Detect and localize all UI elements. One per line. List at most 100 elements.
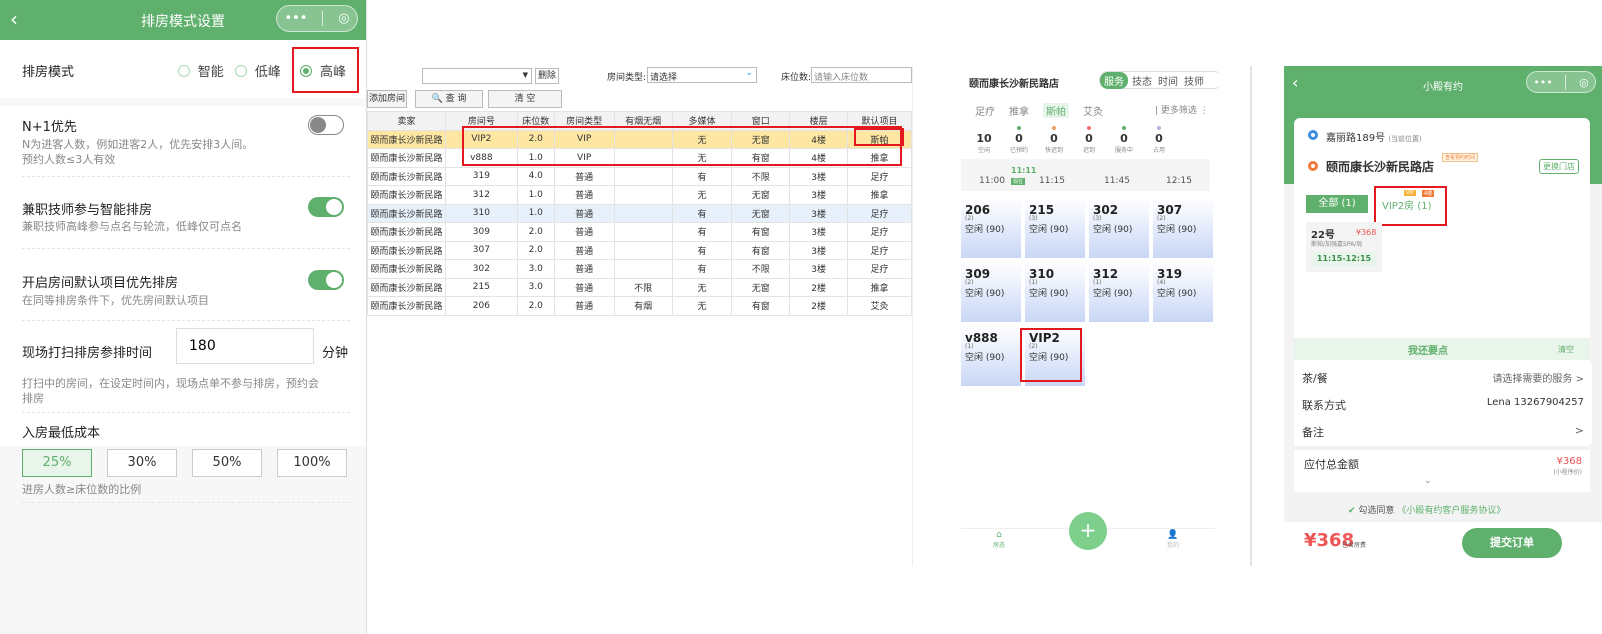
room-card[interactable]: 206 (2) 空闲 (90) [961,198,1021,258]
close-circle-icon[interactable]: ◎ [338,11,349,26]
tab-tech-status[interactable]: 技态 [1132,73,1152,88]
bed-label: 床位数: [781,73,812,83]
table-row[interactable]: 颐而康长沙新民路 215 3.0 普通 不限无无窗 2楼 推拿 [367,277,912,297]
chevron-down-icon[interactable]: ⌄ [1424,476,1432,486]
table-cell: 普通 [553,185,615,205]
bed-input[interactable]: 请输入床位数 [811,67,912,83]
default-title: 开启房间默认项目优先排房 [22,276,179,291]
tab-service[interactable]: 服务 [1100,71,1128,89]
tab-mine[interactable]: 👤 我的 [1167,530,1179,549]
cat-foot[interactable]: 足疗 [975,103,995,118]
table-cell: 206 [444,296,518,316]
table-row[interactable]: 颐而康长沙新民路 307 2.0 普通 有有窗 3楼 足疗 [367,240,912,260]
house-icon: ⌂ [996,530,1002,540]
cost-option-50[interactable]: 50% [192,449,262,477]
tea-row[interactable]: 茶/餐 请选择需要的服务 > [1294,364,1592,390]
room-table-panel: ▼ 删除 房间类型: 请选择 ⌄ 床位数: 请输入床位数 添加房间 🔍 查 询 清… [367,66,912,316]
cost-option-30[interactable]: 30% [107,449,177,477]
room-status-app: 颐而康长沙新民路店 服务 技态 时间 技师 足疗 推拿 斯帕 艾灸 | 更多筛选… [912,66,1223,566]
switch-store-button[interactable]: 更换门店 [1539,159,1579,174]
room-card[interactable]: 215 (3) 空闲 (90) [1025,198,1085,258]
room-type-select[interactable]: 请选择 ⌄ [647,67,757,83]
table-cell [613,259,673,279]
table-cell: 有窗 [731,222,791,242]
table-cell: 普通 [553,277,615,297]
cost-option-25[interactable]: 25% [22,449,92,477]
clean-label: 现场打扫排房参排时间 [22,346,153,361]
table-cell: 3楼 [789,166,849,186]
clean-input[interactable]: 180 [176,328,314,364]
table-cell: 不限 [613,277,673,297]
agree-row[interactable]: ✔ 勾选同意 《小殿有约客户服务协议》 [1348,503,1505,516]
room-card[interactable]: 309 (2) 空闲 (90) [961,262,1021,322]
table-row[interactable]: 颐而康长沙新民路 310 1.0 普通 有无窗 3楼 足疗 [367,203,912,223]
table-cell: 3楼 [789,259,849,279]
default-toggle[interactable] [308,270,344,290]
clear-button[interactable]: 清 空 [488,90,562,108]
more-icon[interactable]: ••• [284,11,307,26]
table-row[interactable]: 颐而康长沙新民路 206 2.0 普通 有烟无有窗 2楼 艾灸 [367,296,912,316]
room-card[interactable]: v888 (1) 空闲 (90) [961,326,1021,386]
room-type-label: 房间类型: [607,73,647,83]
status-stat: 10 空闲 [969,126,999,154]
menu-capsule[interactable]: ••• ◎ [276,5,358,32]
room-card[interactable]: 319 (4) 空闲 (90) [1153,262,1213,322]
table-cell: 不限 [731,259,791,279]
table-row[interactable]: 颐而康长沙新民路 312 1.0 普通 无无窗 3楼 推拿 [367,185,912,205]
room-card[interactable]: 302 (3) 空闲 (90) [1089,198,1149,258]
menu-capsule[interactable]: ••• ◎ [1526,71,1596,93]
table-cell: 普通 [553,203,615,223]
cost-option-100[interactable]: 100% [277,449,347,477]
submit-order-button[interactable]: 提交订单 [1462,528,1562,558]
tech-price: ¥368 [1356,228,1377,237]
table-row[interactable]: 颐而康长沙新民路 319 4.0 普通 有不限 3楼 足疗 [367,166,912,186]
store-tag: 查看预约时间 [1442,153,1479,162]
default-desc: 在同等排房条件下，优先房间默认项目 [22,294,209,307]
table-cell: 普通 [553,296,615,316]
table-cell: 无 [671,296,733,316]
cat-moxa[interactable]: 艾灸 [1083,103,1103,118]
add-button[interactable]: + [1069,512,1107,550]
seller-select[interactable]: ▼ [422,68,532,84]
booking-app: ‹ 小殿有约 ••• ◎ 嘉丽路189号 (当前位置) 颐而康长沙新民路店 查看预… [1284,66,1602,566]
total-value: ¥368 (小程序价) [1553,456,1582,476]
note-row[interactable]: 备注 > [1294,418,1592,444]
tab-all[interactable]: 全部 (1) [1306,195,1368,213]
room-card[interactable]: 312 (1) 空闲 (90) [1089,262,1149,322]
time-tick: 11:15 [1039,176,1065,186]
parttime-toggle[interactable] [308,197,344,217]
column-header[interactable]: 卖家 [367,111,446,131]
contact-row[interactable]: 联系方式 Lena 13267904257 [1294,391,1592,417]
table-row[interactable]: 颐而康长沙新民路 302 3.0 普通 有不限 3楼 足疗 [367,259,912,279]
clear-button[interactable]: 清空 [1558,344,1574,355]
table-cell: 2楼 [789,296,849,316]
delete-button[interactable]: 删除 [535,68,559,84]
view-tabs: 服务 技态 时间 技师 [1099,71,1223,89]
mode-smart[interactable]: 智能 [177,61,224,80]
status-stat: 0 服务中 [1109,126,1139,154]
now-time: 11:11 [1011,166,1037,175]
table-cell: 有 [671,240,733,260]
table-cell: 颐而康长沙新民路 [367,277,446,297]
cost-desc: 进房人数≥床位数的比例 [22,483,142,496]
parttime-desc: 兼职技师高峰参与点名与轮流，低峰仅可点名 [22,220,242,233]
cat-massage[interactable]: 推拿 [1009,103,1029,118]
n1-toggle[interactable] [308,115,344,135]
query-button[interactable]: 🔍 查 询 [415,90,483,108]
tab-time[interactable]: 时间 [1158,73,1178,88]
table-cell: 有 [671,166,733,186]
want-more-button[interactable]: 我还要点 [1408,342,1448,357]
room-card[interactable]: 307 (2) 空闲 (90) [1153,198,1213,258]
add-room-button[interactable]: 添加房间 [367,90,407,108]
more-filter[interactable]: | 更多筛选 ⋮ [1155,103,1209,116]
table-row[interactable]: 颐而康长沙新民路 309 2.0 普通 有有窗 3楼 足疗 [367,222,912,242]
table-cell: 215 [444,277,518,297]
cat-spa[interactable]: 斯帕 [1043,103,1069,118]
mode-low[interactable]: 低峰 [234,61,281,80]
tab-tech[interactable]: 技师 [1184,73,1204,88]
tab-room-status[interactable]: ⌂ 房态 [993,530,1005,549]
room-card[interactable]: 310 (1) 空闲 (90) [1025,262,1085,322]
status-stat: 0 迟到 [1074,126,1104,154]
search-icon: 🔍 [431,94,443,104]
parttime-title: 兼职技师参与智能排房 [22,203,153,218]
